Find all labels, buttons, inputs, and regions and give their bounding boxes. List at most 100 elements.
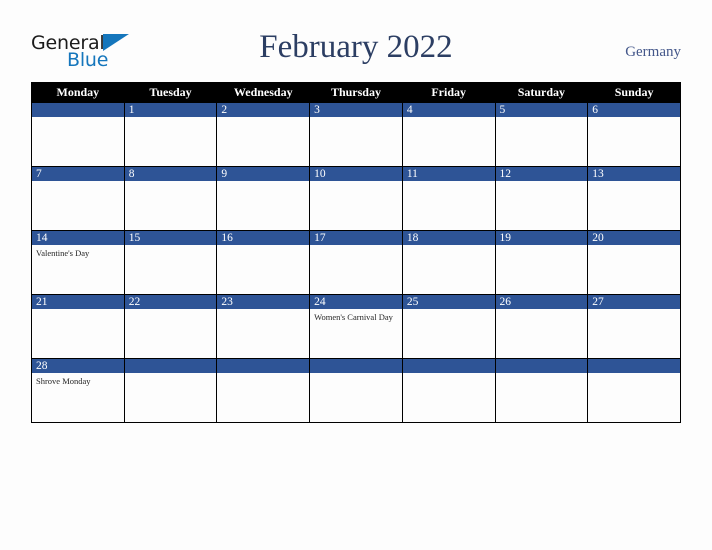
day-number: 2 bbox=[217, 103, 310, 117]
day-events bbox=[588, 309, 680, 312]
day-events bbox=[588, 373, 680, 376]
calendar-day-cell-3[interactable]: 3 bbox=[309, 102, 403, 167]
calendar-day-cell-23[interactable]: 23 bbox=[216, 294, 311, 359]
calendar-week-row: 7 8 9 10 11 12 13 bbox=[31, 166, 681, 231]
weekday-header-friday: Friday bbox=[401, 82, 496, 103]
calendar-page: General Blue February 2022 Germany Monda… bbox=[0, 0, 712, 550]
calendar-day-cell-5[interactable]: 5 bbox=[494, 102, 589, 167]
day-number: 23 bbox=[217, 295, 310, 309]
calendar-day-cell-27[interactable]: 27 bbox=[587, 294, 681, 359]
calendar-day-cell-empty[interactable] bbox=[216, 358, 311, 423]
day-number: 20 bbox=[588, 231, 680, 245]
calendar-day-cell-22[interactable]: 22 bbox=[123, 294, 218, 359]
day-events bbox=[588, 117, 680, 120]
calendar-day-cell-empty[interactable] bbox=[31, 102, 125, 167]
country-label: Germany bbox=[625, 44, 681, 60]
weekday-header-row: Monday Tuesday Wednesday Thursday Friday Satu… bbox=[31, 82, 681, 103]
day-events bbox=[310, 117, 402, 120]
day-events bbox=[32, 181, 124, 184]
day-events: Valentine's Day bbox=[32, 245, 124, 258]
calendar-day-cell-12[interactable]: 12 bbox=[494, 166, 589, 231]
day-events bbox=[310, 245, 402, 248]
calendar-day-cell-2[interactable]: 2 bbox=[216, 102, 311, 167]
calendar-day-cell-19[interactable]: 19 bbox=[494, 230, 589, 295]
day-events bbox=[125, 117, 217, 120]
day-number: 24 bbox=[310, 295, 402, 309]
calendar-day-cell-13[interactable]: 13 bbox=[587, 166, 681, 231]
calendar-day-cell-6[interactable]: 6 bbox=[587, 102, 681, 167]
calendar-day-cell-empty[interactable] bbox=[309, 358, 403, 423]
page-title: February 2022 bbox=[259, 29, 453, 65]
calendar-day-cell-25[interactable]: 25 bbox=[401, 294, 496, 359]
day-events bbox=[403, 117, 495, 120]
day-events bbox=[588, 181, 680, 184]
calendar-day-cell-7[interactable]: 7 bbox=[31, 166, 125, 231]
calendar-day-cell-18[interactable]: 18 bbox=[401, 230, 496, 295]
day-number: 7 bbox=[32, 167, 124, 181]
day-number: 22 bbox=[124, 295, 217, 309]
page-header: General Blue February 2022 Germany bbox=[31, 22, 681, 74]
weekday-header-wednesday: Wednesday bbox=[216, 82, 311, 103]
day-events bbox=[217, 309, 309, 312]
day-events bbox=[496, 373, 588, 376]
calendar-body: 1 2 3 4 5 6 7 8 9 10 11 12 13 14 Valentine's Day 15 16 17… bbox=[31, 102, 681, 423]
calendar-day-cell-28[interactable]: 28 Shrove Monday bbox=[31, 358, 125, 423]
weekday-header-saturday: Saturday bbox=[494, 82, 589, 103]
day-events bbox=[125, 309, 217, 312]
holiday-label: Women's Carnival Day bbox=[314, 312, 393, 322]
calendar-day-cell-11[interactable]: 11 bbox=[401, 166, 496, 231]
day-number: 12 bbox=[495, 167, 588, 181]
calendar-week-row: 14 Valentine's Day 15 16 17 18 19 20 bbox=[31, 230, 681, 295]
day-number: 11 bbox=[402, 167, 495, 181]
day-events bbox=[32, 309, 124, 312]
calendar-day-cell-26[interactable]: 26 bbox=[494, 294, 589, 359]
calendar-day-cell-1[interactable]: 1 bbox=[123, 102, 218, 167]
day-number: 4 bbox=[402, 103, 495, 117]
day-events bbox=[217, 181, 309, 184]
weekday-header-sunday: Sunday bbox=[587, 82, 681, 103]
day-events bbox=[125, 373, 217, 376]
calendar-day-cell-9[interactable]: 9 bbox=[216, 166, 311, 231]
calendar-day-cell-20[interactable]: 20 bbox=[587, 230, 681, 295]
calendar-day-cell-empty[interactable] bbox=[401, 358, 496, 423]
calendar-day-cell-empty[interactable] bbox=[494, 358, 589, 423]
day-number bbox=[310, 359, 402, 373]
day-number: 10 bbox=[310, 167, 402, 181]
calendar-week-row: 123456 bbox=[31, 102, 681, 167]
day-number bbox=[495, 359, 588, 373]
day-events bbox=[496, 181, 588, 184]
day-number: 3 bbox=[310, 103, 402, 117]
day-number: 18 bbox=[402, 231, 495, 245]
day-events bbox=[496, 245, 588, 248]
day-number bbox=[32, 103, 124, 117]
calendar-day-cell-16[interactable]: 16 bbox=[216, 230, 311, 295]
day-events bbox=[403, 245, 495, 248]
calendar-day-cell-15[interactable]: 15 bbox=[123, 230, 218, 295]
day-number bbox=[588, 359, 680, 373]
day-number: 25 bbox=[402, 295, 495, 309]
weekday-header-monday: Monday bbox=[31, 82, 125, 103]
calendar-day-cell-17[interactable]: 17 bbox=[309, 230, 403, 295]
calendar-day-cell-14[interactable]: 14 Valentine's Day bbox=[31, 230, 125, 295]
calendar-week-row: 28 Shrove Monday bbox=[31, 358, 681, 423]
calendar-day-cell-empty[interactable] bbox=[123, 358, 218, 423]
day-number: 19 bbox=[495, 231, 588, 245]
day-number: 13 bbox=[588, 167, 680, 181]
holiday-label: Shrove Monday bbox=[36, 376, 91, 386]
day-events bbox=[310, 181, 402, 184]
day-number: 15 bbox=[124, 231, 217, 245]
day-events bbox=[403, 373, 495, 376]
calendar-day-cell-24[interactable]: 24 Women's Carnival Day bbox=[309, 294, 403, 359]
calendar-day-cell-4[interactable]: 4 bbox=[401, 102, 496, 167]
calendar-day-cell-8[interactable]: 8 bbox=[123, 166, 218, 231]
day-number: 27 bbox=[588, 295, 680, 309]
weekday-header-tuesday: Tuesday bbox=[123, 82, 218, 103]
day-number: 17 bbox=[310, 231, 402, 245]
calendar-day-cell-10[interactable]: 10 bbox=[309, 166, 403, 231]
day-number: 16 bbox=[217, 231, 310, 245]
day-number: 6 bbox=[588, 103, 680, 117]
calendar-day-cell-21[interactable]: 21 bbox=[31, 294, 125, 359]
day-events bbox=[588, 245, 680, 248]
calendar-day-cell-empty[interactable] bbox=[587, 358, 681, 423]
day-number: 9 bbox=[217, 167, 310, 181]
